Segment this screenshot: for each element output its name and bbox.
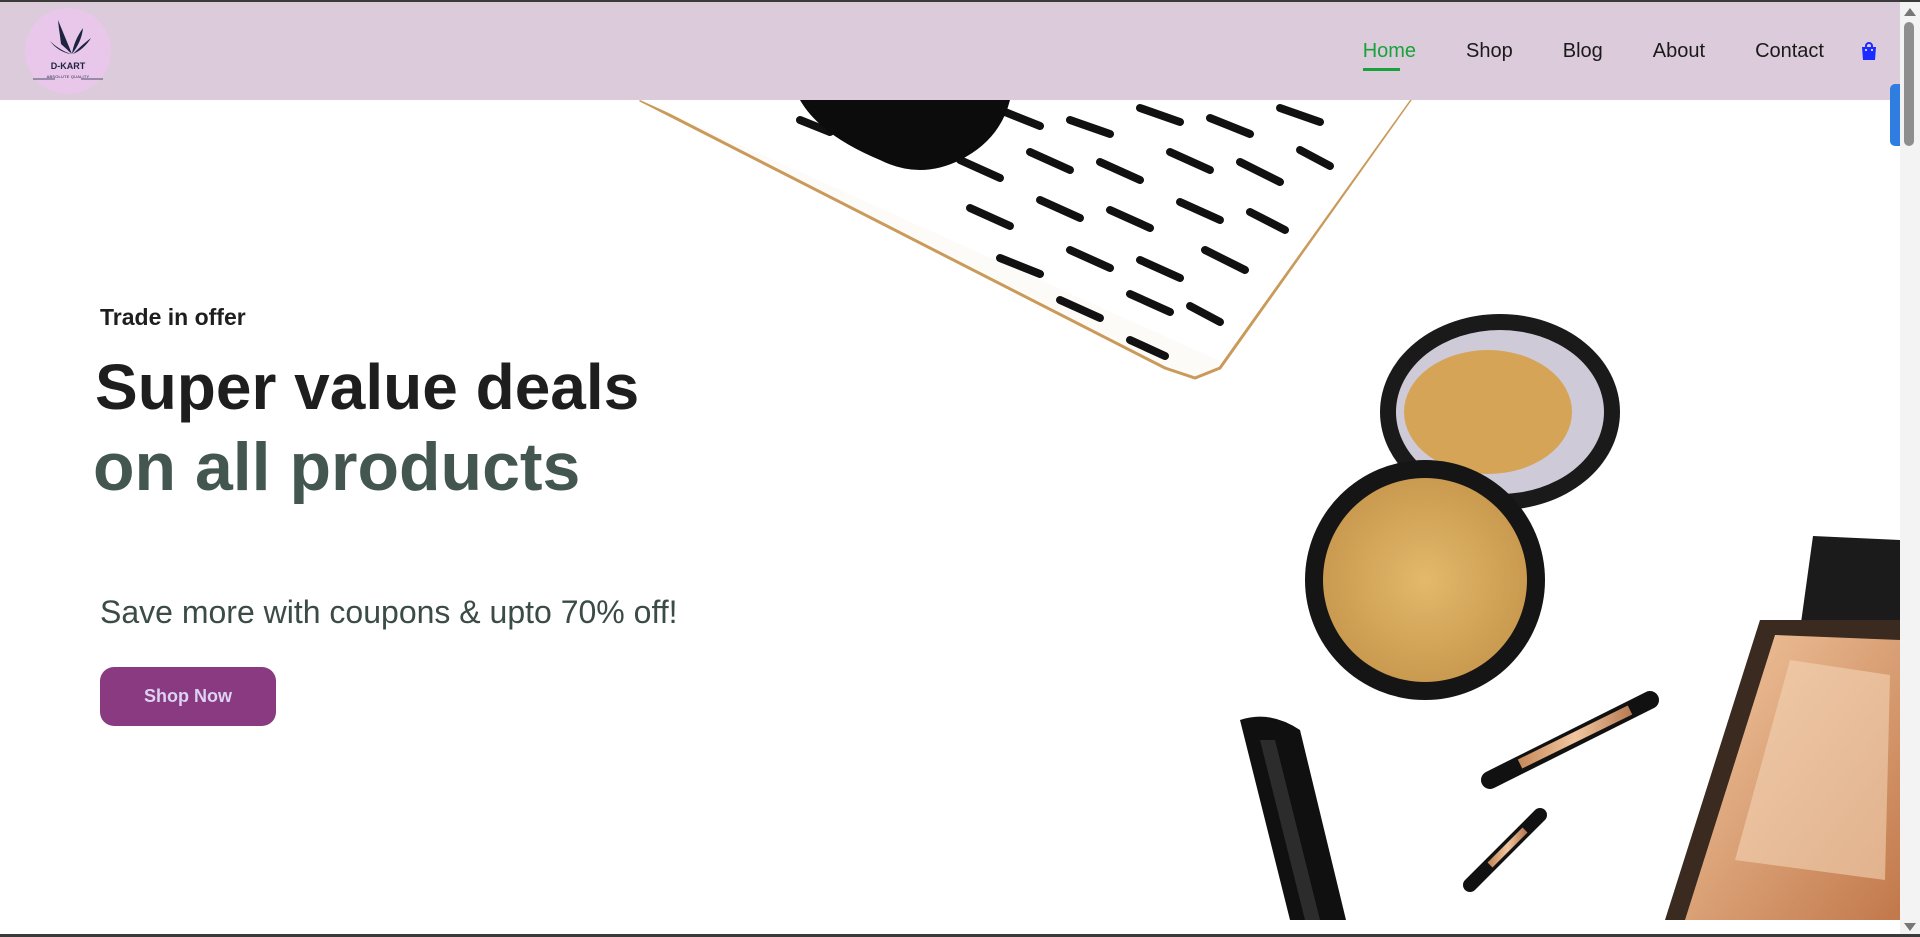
- nav-shop[interactable]: Shop: [1466, 40, 1513, 63]
- scroll-down-arrow-icon[interactable]: [1904, 923, 1916, 931]
- main-nav: Home Shop Blog About Contact: [1313, 2, 1880, 100]
- shop-now-button[interactable]: Shop Now: [100, 667, 276, 726]
- shopping-bag-icon[interactable]: [1858, 40, 1880, 62]
- hero-headline-accent: on all products: [93, 429, 581, 505]
- site-header: D-KART ABSOLUTE QUALITY Home Shop Blog A…: [0, 2, 1900, 100]
- brand-logo[interactable]: D-KART ABSOLUTE QUALITY: [25, 8, 111, 94]
- nav-blog[interactable]: Blog: [1563, 40, 1603, 63]
- brand-name: D-KART: [50, 61, 86, 71]
- hero-eyebrow: Trade in offer: [100, 304, 246, 330]
- nav-about[interactable]: About: [1653, 40, 1705, 63]
- mascara-tube: [1240, 716, 1346, 920]
- hero-product-image: [639, 100, 1900, 920]
- scroll-up-arrow-icon[interactable]: [1904, 8, 1916, 16]
- hero-subtext: Save more with coupons & upto 70% off!: [100, 594, 678, 630]
- eyeshadow-applicators: [1463, 691, 1659, 892]
- hero-headline: Super value deals: [95, 351, 640, 423]
- perfume-bottle: [1665, 536, 1900, 920]
- logo-leaf-icon: [33, 20, 103, 80]
- side-floating-tab[interactable]: [1890, 84, 1900, 146]
- scroll-thumb[interactable]: [1904, 22, 1914, 146]
- compact-mirror: [1305, 314, 1620, 700]
- nav-home[interactable]: Home: [1362, 40, 1416, 71]
- tray-shape: [639, 100, 1412, 380]
- nav-contact[interactable]: Contact: [1755, 40, 1824, 63]
- page-scrollbar[interactable]: [1900, 2, 1920, 937]
- brand-tagline: ABSOLUTE QUALITY: [46, 74, 90, 79]
